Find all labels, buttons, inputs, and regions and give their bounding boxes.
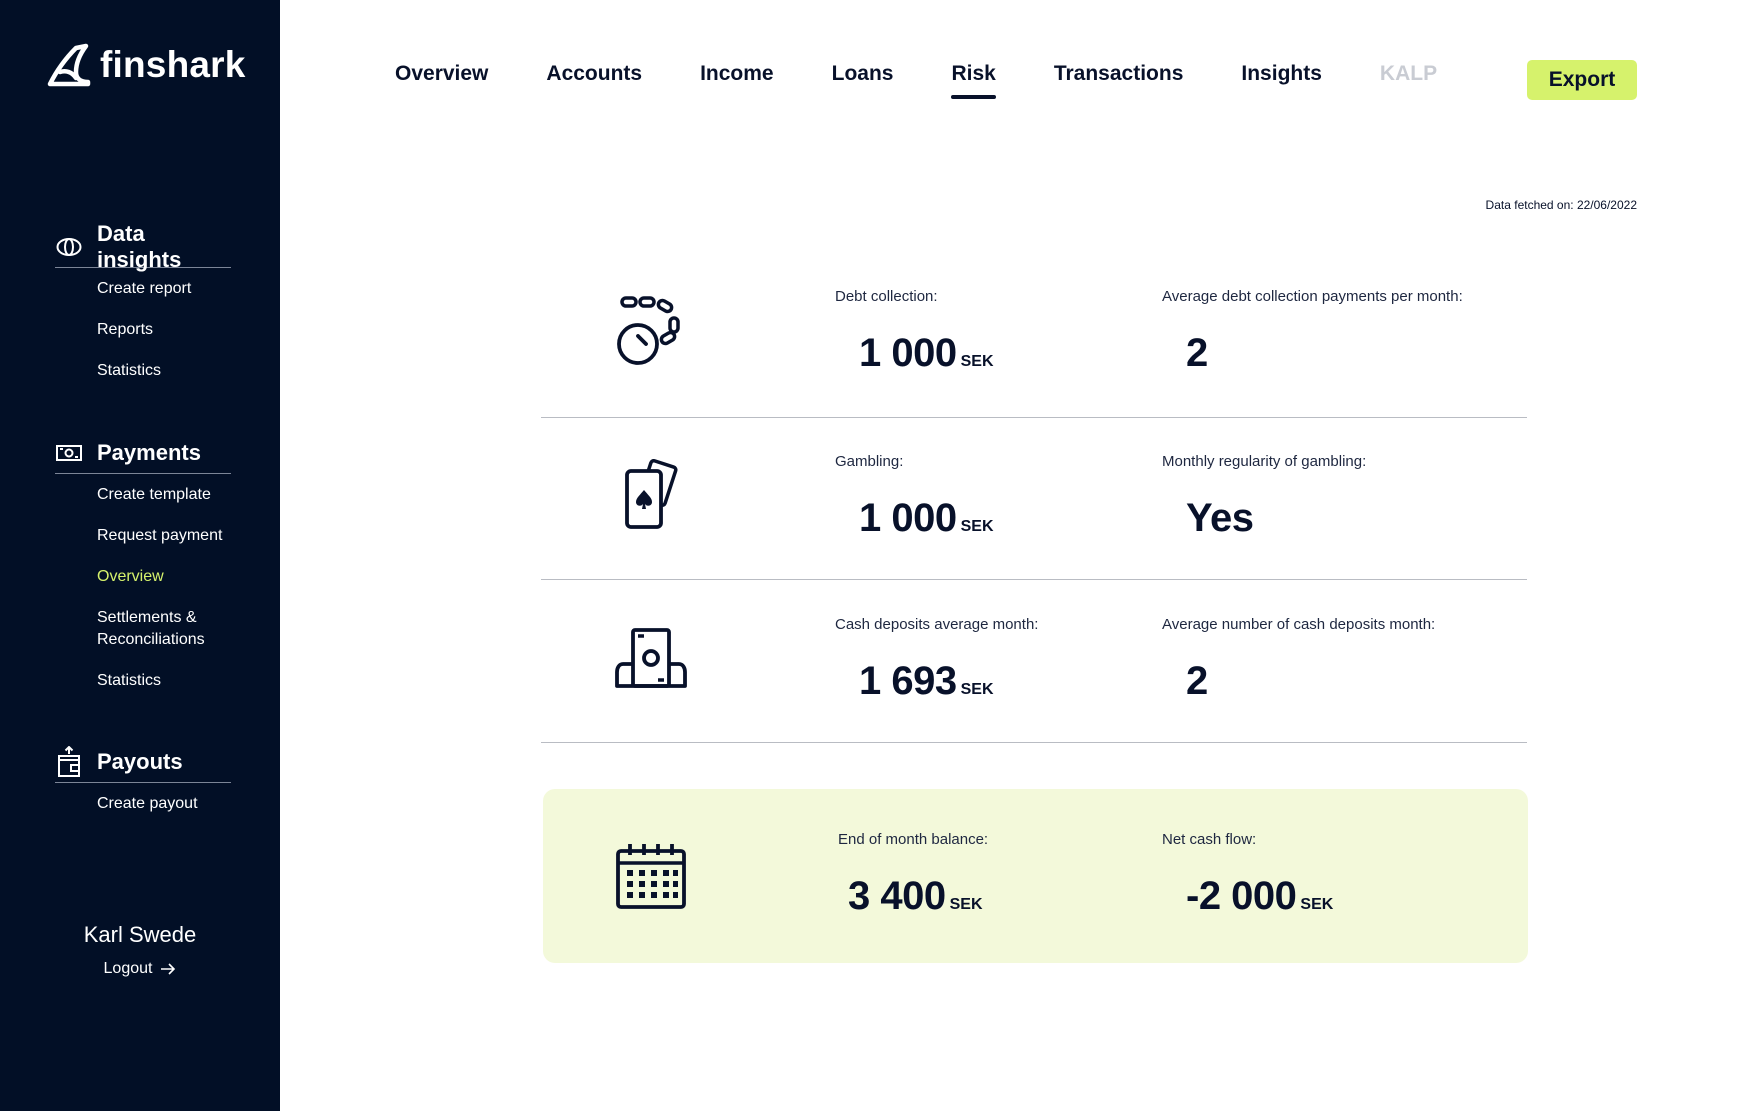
section-header[interactable]: Payouts	[55, 743, 231, 783]
tab-accounts[interactable]: Accounts	[546, 62, 642, 86]
metric-primary: End of month balance: 3 400 SEK	[838, 831, 988, 919]
data-fetched-date: Data fetched on: 22/06/2022	[1485, 198, 1637, 212]
section-payments: Payments Create template Request payment…	[55, 434, 231, 711]
metric-label: Gambling:	[835, 453, 904, 470]
metric-label: Debt collection:	[835, 288, 938, 305]
metric-label: Net cash flow:	[1162, 831, 1257, 848]
user-panel: Karl Swede Logout	[0, 922, 280, 978]
metric-value: 1 000 SEK	[859, 331, 994, 375]
nav-create-report[interactable]: Create report	[97, 278, 231, 300]
sidebar: finshark Data insights Create report Rep…	[0, 0, 280, 1111]
tab-risk[interactable]: Risk	[951, 62, 997, 99]
playing-cards-icon	[625, 459, 678, 529]
tab-overview[interactable]: Overview	[395, 62, 488, 86]
top-nav: Overview Accounts Income Loans Risk Tran…	[395, 62, 1495, 99]
nav-create-payout[interactable]: Create payout	[97, 793, 231, 815]
section-payouts: Payouts Create payout	[55, 743, 231, 834]
calendar-icon	[616, 844, 686, 909]
brand-name: finshark	[100, 44, 246, 85]
wallet-upload-icon	[55, 745, 83, 777]
metric-label: Average number of cash deposits month:	[1162, 616, 1436, 633]
metric-secondary: Monthly regularity of gambling: Yes	[1162, 453, 1366, 541]
risk-row-cash-deposits: Cash deposits average month: 1 693 SEK Av…	[541, 616, 1527, 743]
section-title: Payouts	[97, 748, 183, 774]
metric-primary: Cash deposits average month: 1 693 SEK	[835, 616, 1038, 704]
metric-secondary: Average debt collection payments per mon…	[1162, 288, 1463, 376]
nav-create-template[interactable]: Create template	[97, 484, 231, 506]
metric-value: 1 000 SEK	[859, 496, 994, 540]
balance-summary-card: End of month balance: 3 400 SEK Net cash …	[543, 789, 1528, 963]
shark-fin-icon	[47, 43, 91, 87]
metric-label: End of month balance:	[838, 831, 989, 848]
tab-kalp: KALP	[1379, 62, 1438, 85]
user-name: Karl Swede	[83, 922, 197, 947]
metric-value: Yes	[1186, 496, 1254, 540]
metric-value: -2 000 SEK	[1186, 874, 1334, 918]
eye-icon	[55, 233, 83, 261]
metric-secondary: Average number of cash deposits month: 2	[1162, 616, 1435, 704]
logout-button[interactable]: Logout	[104, 960, 177, 978]
metric-value: 2	[1186, 331, 1208, 375]
nav-request-payment[interactable]: Request payment	[97, 525, 231, 547]
nav-reports[interactable]: Reports	[97, 319, 231, 341]
metric-primary: Debt collection: 1 000 SEK	[835, 288, 994, 376]
cash-deposit-icon	[615, 628, 687, 688]
brand-logo[interactable]: finshark	[46, 42, 246, 88]
section-header[interactable]: Data insights	[55, 221, 231, 272]
metric-value: 1 693 SEK	[859, 659, 994, 703]
metric-label: Average debt collection payments per mon…	[1162, 288, 1463, 305]
tab-insights[interactable]: Insights	[1241, 62, 1322, 86]
metric-value: 3 400 SEK	[848, 874, 983, 918]
nav-statistics[interactable]: Statistics	[97, 360, 231, 382]
tab-transactions[interactable]: Transactions	[1054, 62, 1184, 86]
banknote-icon	[55, 439, 83, 467]
logout-label: Logout	[103, 960, 153, 977]
metric-secondary: Net cash flow: -2 000 SEK	[1162, 831, 1333, 919]
arrow-right-icon	[161, 963, 176, 975]
tab-income[interactable]: Income	[700, 62, 774, 86]
export-button[interactable]: Export	[1527, 60, 1637, 100]
section-data-insights: Data insights Create report Reports Stat…	[55, 221, 231, 401]
metric-label: Cash deposits average month:	[835, 616, 1039, 633]
nav-overview[interactable]: Overview	[97, 566, 231, 588]
risk-row-debt-collection: Debt collection: 1 000 SEK Average debt c…	[541, 288, 1527, 418]
risk-row-gambling: Gambling: 1 000 SEK Monthly regularity of…	[541, 453, 1527, 580]
metric-label: Monthly regularity of gambling:	[1162, 453, 1367, 470]
metric-value: 2	[1186, 659, 1208, 703]
section-title: Payments	[97, 439, 201, 465]
nav-statistics[interactable]: Statistics	[97, 670, 231, 692]
metric-primary: Gambling: 1 000 SEK	[835, 453, 994, 541]
tab-loans[interactable]: Loans	[832, 62, 894, 86]
section-header[interactable]: Payments	[55, 434, 231, 474]
nav-settlements-reconciliations[interactable]: Settlements & Reconciliations	[97, 607, 217, 651]
ball-and-chain-icon	[617, 296, 680, 365]
section-title: Data insights	[97, 220, 182, 272]
